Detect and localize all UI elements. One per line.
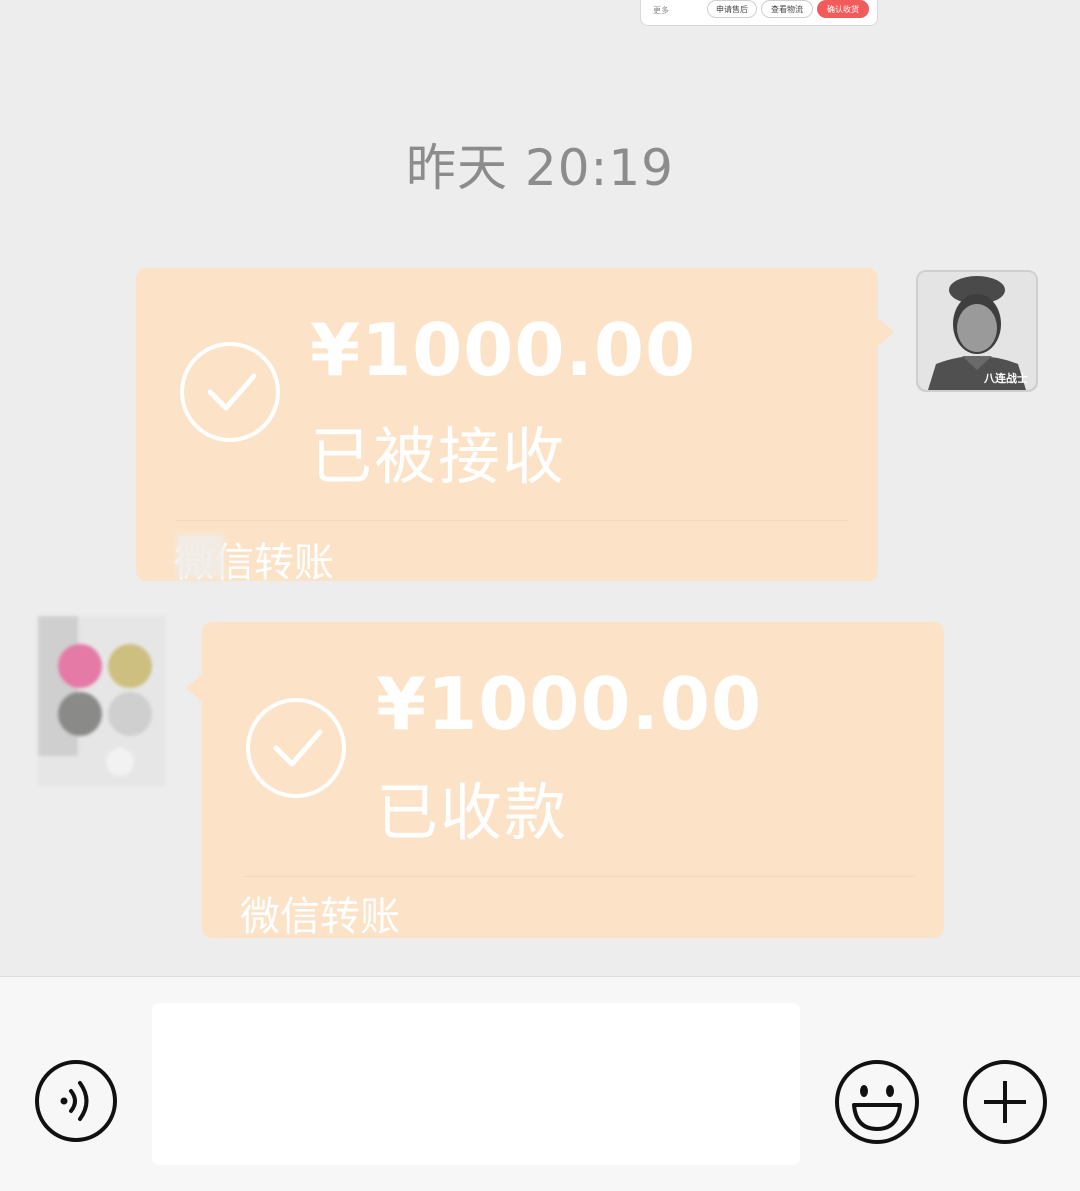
chat-input-bar [0,976,1080,1191]
transfer-footer-label: 微信转账 [240,894,400,940]
transfer-status: 已被接收 [310,420,567,493]
contact-avatar-image [38,616,166,786]
plus-icon[interactable] [962,1059,1047,1144]
voice-icon[interactable] [34,1059,118,1143]
bubble-divider [242,876,914,877]
transfer-bubble-sent[interactable]: ¥1000.00 已被接收 微信转账 [136,268,894,586]
check-circle-icon [180,342,280,442]
order-card: 更多 申请售后 查看物流 确认收货 [640,0,878,26]
check-circle-icon [246,698,346,798]
order-more-label[interactable]: 更多 [653,5,669,16]
transfer-amount: ¥1000.00 [376,662,763,746]
transfer-amount: ¥1000.00 [310,308,697,392]
view-logistics-button[interactable]: 查看物流 [761,0,813,18]
message-timestamp: 昨天 20:19 [406,139,674,197]
blur-overlay [176,534,224,578]
transfer-status: 已收款 [376,776,569,849]
transfer-bubble-received[interactable]: ¥1000.00 已收款 微信转账 [186,622,944,940]
message-input[interactable] [152,1003,800,1165]
avatar-self[interactable]: 八连战士 [916,270,1038,392]
after-sales-button[interactable]: 申请售后 [707,0,757,18]
avatar-contact[interactable] [38,616,166,786]
emoji-icon[interactable] [834,1059,919,1144]
bubble-tail [186,674,202,702]
bubble-tail [878,318,894,346]
avatar-caption: 八连战士 [984,372,1028,385]
confirm-receipt-button[interactable]: 确认收货 [817,0,869,18]
bubble-divider [176,520,848,521]
